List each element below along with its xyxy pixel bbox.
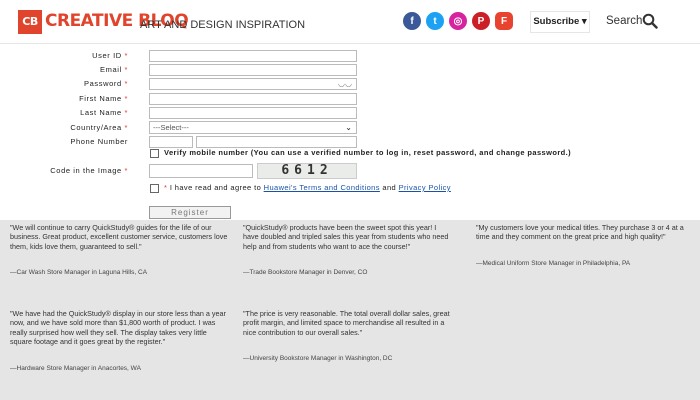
subscribe-button[interactable]: Subscribe ▾: [530, 11, 590, 33]
testimonial-author: —Hardware Store Manager in Anacortes, WA: [10, 365, 141, 372]
testimonial-quote: "We have had the QuickStudy® display in …: [10, 309, 226, 346]
testimonial-author: —Car Wash Store Manager in Laguna Hills,…: [10, 269, 148, 276]
testimonial-quote: "QuickStudy® products have been the swee…: [243, 223, 449, 251]
email-field[interactable]: [149, 64, 357, 76]
testimonial-author: —Medical Uniform Store Manager in Philad…: [476, 260, 631, 267]
flipboard-icon[interactable]: F: [495, 12, 513, 30]
verify-mobile-checkbox[interactable]: [150, 149, 159, 158]
instagram-icon[interactable]: ◎: [449, 12, 467, 30]
phone-label: Phone Number: [70, 137, 128, 146]
country-select[interactable]: ---Select--- ⌄: [149, 121, 357, 134]
phone-code-field[interactable]: [149, 136, 193, 148]
user-id-field[interactable]: [149, 50, 357, 62]
register-button[interactable]: Register: [149, 206, 231, 219]
testimonial-quote: "The price is very reasonable. The total…: [243, 309, 450, 337]
first-name-label: First Name *: [79, 94, 128, 103]
password-label: Password *: [84, 79, 128, 88]
registration-form: User ID * Email * Password * ◡◡ First Na…: [0, 44, 700, 220]
password-field[interactable]: ◡◡: [149, 78, 357, 90]
testimonial-author: —University Bookstore Manager in Washing…: [243, 355, 393, 362]
phone-number-field[interactable]: [196, 136, 357, 148]
last-name-field[interactable]: [149, 107, 357, 119]
captcha-field[interactable]: [149, 164, 253, 178]
testimonial-quote: "My customers love your medical titles. …: [476, 223, 684, 242]
testimonials-section: "We will continue to carry QuickStudy® g…: [0, 220, 700, 400]
twitter-icon[interactable]: t: [426, 12, 444, 30]
testimonial-author: —Trade Bookstore Manager in Denver, CO: [243, 269, 368, 276]
pinterest-icon[interactable]: P: [472, 12, 490, 30]
privacy-link[interactable]: Privacy Policy: [399, 183, 451, 192]
terms-link[interactable]: Huawei's Terms and Conditions: [264, 183, 380, 192]
agree-terms-text: * I have read and agree to Huawei's Term…: [164, 183, 451, 192]
country-label: Country/Area *: [70, 123, 128, 132]
captcha-image[interactable]: 6612: [257, 163, 357, 179]
testimonial-quote: "We will continue to carry QuickStudy® g…: [10, 223, 228, 251]
captcha-label: Code in the Image *: [50, 166, 128, 175]
chevron-down-icon: ⌄: [345, 123, 352, 132]
user-id-label: User ID *: [92, 51, 128, 60]
tagline: ART AND DESIGN INSPIRATION: [140, 19, 306, 31]
email-label: Email *: [100, 65, 128, 74]
eye-icon[interactable]: ◡◡: [338, 79, 352, 89]
last-name-label: Last Name *: [80, 108, 128, 117]
agree-terms-checkbox[interactable]: [150, 184, 159, 193]
verify-mobile-text: Verify mobile number (You can use a veri…: [164, 148, 572, 157]
site-header: CB CREATIVE BLOQ ART AND DESIGN INSPIRAT…: [0, 0, 700, 44]
facebook-icon[interactable]: f: [403, 12, 421, 30]
search-label[interactable]: Search: [606, 15, 642, 27]
logo-mark[interactable]: CB: [18, 10, 42, 34]
search-icon[interactable]: [642, 13, 658, 29]
first-name-field[interactable]: [149, 93, 357, 105]
